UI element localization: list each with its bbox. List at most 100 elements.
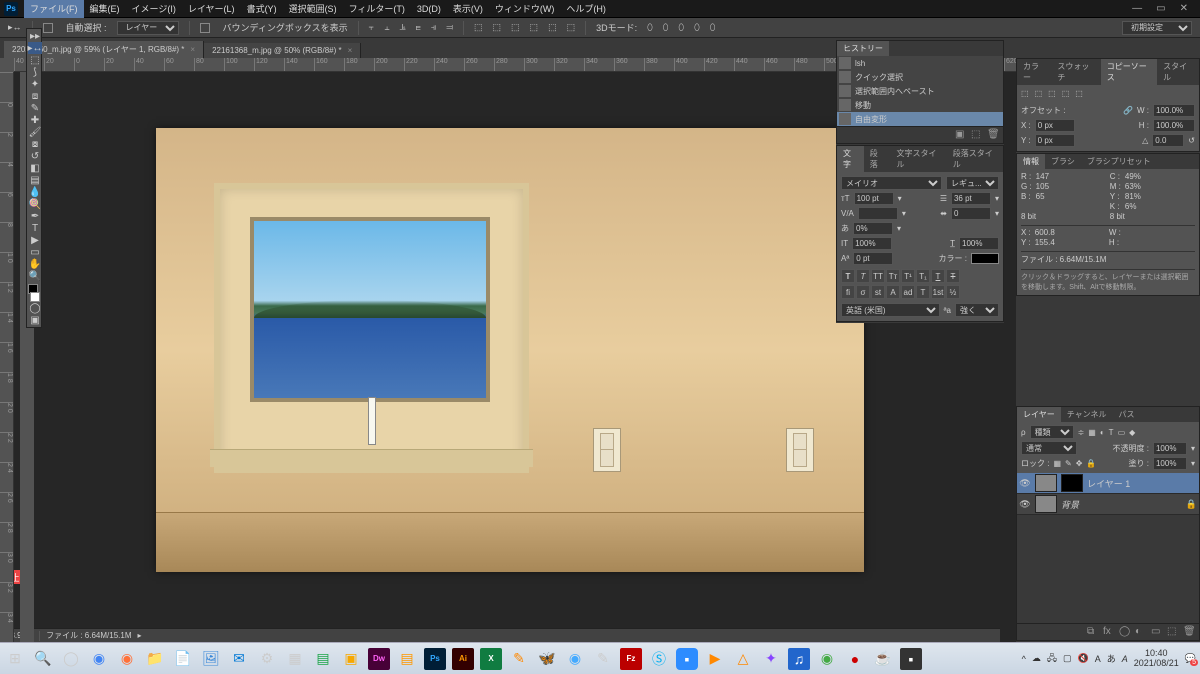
layer-kind-select[interactable]: 種類 (1030, 425, 1074, 439)
history-item[interactable]: 選択範囲内へペースト (837, 84, 1003, 98)
tab-history[interactable]: ヒストリー (837, 41, 889, 56)
history-item[interactable]: lsh (837, 56, 1003, 70)
align-hcenter-icon[interactable]: ⫣ (431, 22, 436, 33)
menu-window[interactable]: ウィンドウ(W) (489, 0, 561, 18)
layer-name[interactable]: 背景 (1061, 498, 1079, 511)
strike-button[interactable]: T (946, 269, 960, 283)
path-select-tool[interactable]: ▶ (28, 234, 42, 246)
menu-filter[interactable]: フィルター(T) (343, 0, 411, 18)
ruler-vertical[interactable]: 024681 01 21 41 61 82 02 22 42 62 83 03 … (0, 72, 14, 642)
quick-select-tool[interactable]: ✦ (28, 78, 42, 90)
background-color[interactable] (30, 292, 40, 302)
layer-thumbnail[interactable] (1035, 495, 1057, 513)
maximize-button[interactable]: ▭ (1156, 3, 1165, 14)
tab-info[interactable]: 情報 (1017, 154, 1045, 169)
explorer-icon[interactable]: 📁 (144, 648, 166, 670)
opentype-button[interactable]: ½ (946, 285, 960, 299)
doc-tab-2[interactable]: 22161368_m.jpg @ 50% (RGB/8#) *× (204, 43, 361, 58)
distribute-icon[interactable]: ⬚ (493, 22, 502, 33)
tab-brushpresets[interactable]: ブラシプリセット (1081, 154, 1157, 169)
link-icon[interactable]: 🔗 (1123, 106, 1133, 115)
app-icon[interactable]: ▣ (340, 648, 362, 670)
ruler-origin[interactable] (0, 58, 14, 72)
menu-layer[interactable]: レイヤー(L) (182, 0, 241, 18)
fill-input[interactable] (1153, 457, 1187, 470)
zoom-tool[interactable]: 🔍 (28, 270, 42, 282)
tab-character[interactable]: 文字 (837, 146, 864, 172)
app-icon[interactable]: ▦ (284, 648, 306, 670)
workspace-select[interactable]: 初期設定 (1122, 21, 1192, 35)
search-button[interactable]: 🔍 (32, 648, 54, 670)
history-item[interactable]: 自由変形 (837, 112, 1003, 126)
close-button[interactable]: ✕ (1180, 3, 1188, 14)
app-icon[interactable]: ✎ (592, 648, 614, 670)
visibility-icon[interactable]: 👁 (1019, 498, 1031, 510)
height-input[interactable] (1153, 119, 1195, 132)
delete-icon[interactable]: 🗑 (987, 129, 999, 141)
layer-row[interactable]: 👁 背景 🔒 (1017, 494, 1199, 515)
task-view-button[interactable]: ◯ (60, 648, 82, 670)
tray-volume-icon[interactable]: 🔇 (1077, 653, 1088, 664)
filter-pixel-icon[interactable]: ▦ (1088, 428, 1096, 437)
align-vcenter-icon[interactable]: ⫠ (384, 22, 389, 33)
history-item[interactable]: 移動 (837, 98, 1003, 112)
language-select[interactable]: 英語 (米国) (841, 303, 940, 317)
clone-source-icon[interactable]: ⬚ (1075, 89, 1083, 98)
menu-type[interactable]: 書式(Y) (241, 0, 283, 18)
music-icon[interactable]: ♫ (788, 648, 810, 670)
healing-tool[interactable]: ✚ (28, 114, 42, 126)
font-size-input[interactable] (854, 192, 894, 205)
ime-icon[interactable]: A (1095, 654, 1101, 664)
underline-button[interactable]: T (931, 269, 945, 283)
eyedropper-tool[interactable]: ✎ (28, 102, 42, 114)
subscript-button[interactable]: T₁ (916, 269, 930, 283)
align-bottom-icon[interactable]: ⫡ (400, 22, 406, 33)
delete-icon[interactable]: 🗑 (1183, 626, 1195, 638)
align-top-icon[interactable]: ⫟ (369, 22, 374, 33)
tab-paths[interactable]: パス (1113, 407, 1141, 422)
ime-mode-icon[interactable]: あ (1107, 652, 1116, 665)
app-icon[interactable]: ◉ (564, 648, 586, 670)
tab-styles[interactable]: スタイル (1157, 59, 1199, 85)
opentype-button[interactable]: ad (901, 285, 915, 299)
align-right-icon[interactable]: ⫤ (446, 22, 453, 33)
type-tool[interactable]: T (28, 222, 42, 234)
filezilla-icon[interactable]: Fz (620, 648, 642, 670)
notification-icon[interactable]: 💬5 (1185, 653, 1196, 664)
auto-select-dropdown[interactable]: レイヤー (117, 21, 179, 35)
sublime-icon[interactable]: ▤ (396, 648, 418, 670)
align-left-icon[interactable]: ⫢ (416, 22, 421, 33)
history-camera-icon[interactable]: ▣ (955, 129, 967, 141)
lock-all-icon[interactable]: 🔒 (1086, 459, 1096, 468)
mode-3d-icon[interactable]: ⬯ (678, 22, 684, 33)
distribute-icon[interactable]: ⬚ (511, 22, 520, 33)
outlook-icon[interactable]: ✉ (228, 648, 250, 670)
vlc-icon[interactable]: △ (732, 648, 754, 670)
layer-thumbnail[interactable] (1035, 474, 1057, 492)
settings-icon[interactable]: ⚙ (256, 648, 278, 670)
filter-shape-icon[interactable]: ▭ (1118, 428, 1126, 437)
firefox-icon[interactable]: ◉ (116, 648, 138, 670)
tray-cloud-icon[interactable]: ☁ (1032, 653, 1041, 664)
menu-image[interactable]: イメージ(I) (126, 0, 182, 18)
excel-icon[interactable]: X (480, 648, 502, 670)
dreamweaver-icon[interactable]: Dw (368, 648, 390, 670)
tab-channels[interactable]: チャンネル (1061, 407, 1113, 422)
minimize-button[interactable]: — (1132, 3, 1142, 14)
clone-source-icon[interactable]: ⬚ (1021, 89, 1029, 98)
bold-button[interactable]: T (841, 269, 855, 283)
opentype-button[interactable]: σ (856, 285, 870, 299)
reset-icon[interactable]: ↺ (1188, 136, 1195, 145)
opentype-button[interactable]: st (871, 285, 885, 299)
zoom-icon[interactable]: ▪ (676, 648, 698, 670)
angle-input[interactable] (1152, 134, 1184, 147)
gradient-tool[interactable]: ▤ (28, 174, 42, 186)
hand-tool[interactable]: ✋ (28, 258, 42, 270)
tab-color[interactable]: カラー (1017, 59, 1051, 85)
menu-file[interactable]: ファイル(F) (24, 0, 84, 18)
font-family-select[interactable]: メイリオ (841, 176, 942, 190)
font-style-select[interactable]: レギュ... (946, 176, 999, 190)
layer-row[interactable]: 👁 レイヤー 1 (1017, 473, 1199, 494)
canvas-image[interactable] (156, 128, 864, 572)
filter-smart-icon[interactable]: ◆ (1129, 428, 1135, 437)
